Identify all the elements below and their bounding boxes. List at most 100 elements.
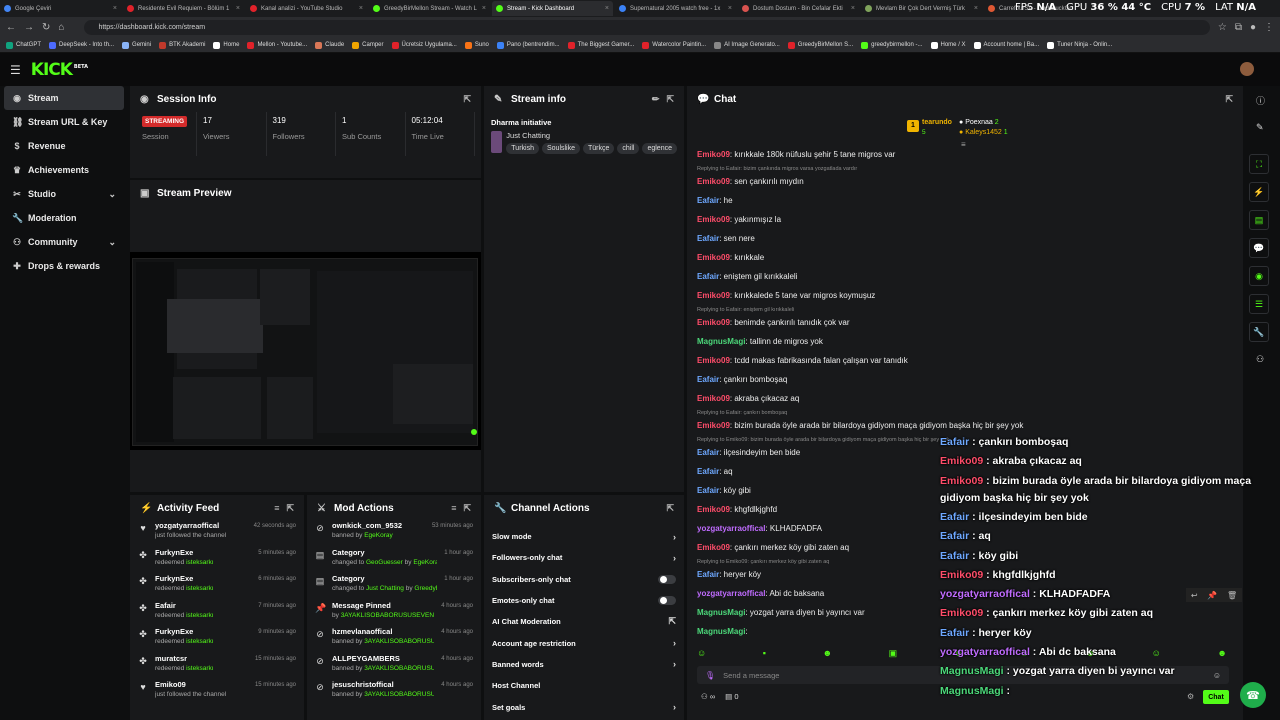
bookmark[interactable]: Claude (315, 41, 344, 49)
channel-action-emotes-only-chat[interactable]: Emotes-only chat (484, 590, 684, 611)
stream-video[interactable] (130, 252, 481, 450)
browser-tab[interactable]: Dostum Dostum - Bin Cefalar Ekti × (738, 1, 859, 16)
mod-action-item[interactable]: ⊘ ownkick_com_9532 banned by EgeKoray 53 mi… (307, 521, 481, 548)
close-icon[interactable]: × (974, 5, 978, 12)
popout-icon[interactable]: ⇱ (463, 503, 471, 514)
close-icon[interactable]: × (728, 5, 732, 12)
username[interactable]: FurkynExe (155, 548, 251, 557)
browser-tab[interactable]: Google Çeviri × (0, 1, 121, 16)
activity-item[interactable]: ♥ yozgatyarraoffical just followed the cha… (130, 521, 304, 548)
chat-message[interactable]: yozgatyarraoffical: KLHADFADFA (697, 524, 822, 533)
popout-icon[interactable]: ⇱ (666, 94, 674, 105)
activity-item[interactable]: ✤ Eafair redeemed isteksarkı 7 minutes ago (130, 601, 304, 628)
leaderboard-name[interactable]: ● Kaleys1452 1 (959, 129, 1008, 136)
sidebar-item-achievements[interactable]: ♛ Achievements (4, 158, 124, 182)
chat-message[interactable]: Emiko09: khgfdlkjghfd (697, 505, 777, 514)
chat-message[interactable]: MagnusMagi: (697, 627, 748, 636)
points-icon[interactable]: ⚇ ∞ (701, 692, 715, 701)
activity-item[interactable]: ♥ Emiko09 just followed the channel 15 minu… (130, 680, 304, 707)
chat-message[interactable]: Eafair: köy gibi (697, 486, 751, 495)
browser-tab[interactable]: Stream - Kick Dashboard × (492, 1, 613, 16)
chevron-right-icon[interactable]: › (673, 553, 676, 563)
username[interactable]: yozgatyarraoffical (155, 521, 247, 530)
chat-message[interactable]: Eafair: eniştem gil kırıkkaleli (697, 272, 797, 281)
chat-username[interactable]: Eafair (697, 234, 719, 243)
reload-icon[interactable]: ↻ (42, 22, 50, 33)
users-icon[interactable]: ⚇ (1256, 354, 1264, 365)
mod-action-item[interactable]: ▤ Category changed to Just Chatting by Gre… (307, 574, 481, 601)
edit-icon[interactable]: ✏ (652, 94, 660, 105)
chat-message[interactable]: Emiko09: sen çankırılı mıydın (697, 177, 804, 186)
emote-icon[interactable]: ☻ (1217, 648, 1226, 662)
popout-icon[interactable]: ⇱ (463, 94, 471, 105)
activity-item[interactable]: ✤ muratcsr redeemed isteksarkı 15 minutes a… (130, 654, 304, 681)
bookmark[interactable]: Home / X (930, 41, 966, 49)
forward-icon[interactable]: → (24, 22, 34, 33)
close-icon[interactable]: × (113, 5, 117, 12)
chat-message[interactable]: Eafair: çankırı bomboşaq (697, 375, 787, 384)
chat-username[interactable]: Emiko09 (697, 177, 730, 186)
leaderboard-name[interactable]: tearundo (922, 119, 952, 126)
tag[interactable]: Turkish (506, 143, 539, 154)
sidebar-item-studio[interactable]: ✂ Studio ⌄ (4, 182, 124, 206)
profile-icon[interactable]: ● (1250, 22, 1256, 33)
pin-icon[interactable]: 📌 (1207, 591, 1217, 600)
chevron-right-icon[interactable]: › (673, 532, 676, 542)
emote-icon[interactable]: ☺ (697, 648, 706, 662)
chevron-right-icon[interactable]: › (673, 659, 676, 669)
chat-username[interactable]: Emiko09 (697, 356, 730, 365)
chat-bubble-icon[interactable]: 💬 (1249, 238, 1269, 258)
emoji-icon[interactable]: ☺ (1213, 671, 1221, 680)
chat-username[interactable]: Emiko09 (697, 318, 730, 327)
chat-message[interactable]: Eafair: he (697, 196, 733, 205)
channel-action-host-channel[interactable]: Host Channel (484, 675, 684, 696)
chat-username[interactable]: Eafair (697, 375, 719, 384)
username[interactable]: FurkynExe (155, 574, 251, 583)
bookmark[interactable]: Suno (464, 41, 489, 49)
chat-username[interactable]: Emiko09 (697, 394, 730, 403)
bookmark[interactable]: Pano (bentrendim... (496, 41, 560, 49)
sidebar-item-stream-url-key[interactable]: ⛓ Stream URL & Key (4, 110, 124, 134)
filter-icon[interactable]: ≡ (274, 503, 279, 513)
chat-message[interactable]: Emiko09: çankırı merkez köy gibi zaten a… (697, 543, 849, 552)
bookmark[interactable]: ChatGPT (6, 41, 41, 49)
tag[interactable]: Türkçe (583, 143, 615, 154)
username[interactable]: Eafair (155, 601, 251, 610)
chat-message[interactable]: Eafair: ilçesindeyim ben bide (697, 448, 800, 457)
chevron-down-icon[interactable]: ⌄ (108, 237, 116, 248)
chat-message[interactable]: Eafair: aq (697, 467, 733, 476)
mod-action-item[interactable]: ⊘ ALLPEYGAMBERS banned by 3AYAKLISOBABORUS… (307, 654, 481, 681)
bookmark[interactable]: Ücretsiz Uygulama... (391, 41, 457, 49)
bookmark[interactable]: Account home | Ba... (973, 41, 1039, 49)
info-icon[interactable]: ⓘ (1256, 94, 1265, 107)
support-chat-button[interactable]: ☎ (1240, 682, 1266, 708)
chat-message[interactable]: Emiko09: yakınmışız la (697, 215, 781, 224)
edit-icon[interactable]: ✎ (1256, 122, 1264, 133)
mod-action-item[interactable]: 📌 Message Pinned by 3AYAKLISOBABORUSUSEVEN… (307, 601, 481, 628)
chevron-down-icon[interactable]: ≡ (961, 140, 966, 149)
browser-tab[interactable]: Mevlam Bir Çok Dert Vermiş Türk × (861, 1, 982, 16)
chat-username[interactable]: Eafair (697, 448, 719, 457)
sidebar-item-community[interactable]: ⚇ Community ⌄ (4, 230, 124, 254)
chat-username[interactable]: Eafair (697, 196, 719, 205)
sidebar-item-drops-rewards[interactable]: ✚ Drops & rewards (4, 254, 124, 278)
back-icon[interactable]: ← (6, 22, 16, 33)
popout-icon[interactable]: ⇱ (286, 503, 294, 514)
activity-item[interactable]: ✤ FurkynExe redeemed isteksarkı 5 minutes a… (130, 548, 304, 575)
emote-icon[interactable]: ▣ (889, 648, 898, 662)
bookmark[interactable]: Home (213, 41, 239, 49)
chat-username[interactable]: Emiko09 (697, 505, 730, 514)
menu-icon[interactable]: ⋮ (1264, 22, 1274, 33)
mod-action-item[interactable]: ⊘ hzmevlanaoffical banned by 3AYAKLISOBABO… (307, 627, 481, 654)
bookmark[interactable]: BTK Akademi (159, 41, 205, 49)
chat-message[interactable]: MagnusMagi: tallinn de migros yok (697, 337, 823, 346)
bookmark[interactable]: AI Image Generato... (714, 41, 780, 49)
bookmark[interactable]: Watercolor Paintin... (642, 41, 706, 49)
channel-action-ai-chat-moderation[interactable]: AI Chat Moderation ⇱ (484, 611, 684, 632)
browser-tab[interactable]: Residente Evil Requiem - Bölüm 1 × (123, 1, 244, 16)
broadcast-icon[interactable]: ◉ (1249, 266, 1269, 286)
chat-message[interactable]: Emiko09: benimde çankırılı tanıdık çok v… (697, 318, 850, 327)
chat-message[interactable]: Emiko09: tcdd makas fabrikasında falan ç… (697, 356, 908, 365)
moderator-name[interactable]: GreedyBirMellon (414, 585, 437, 592)
username[interactable]: FurkynExe (155, 627, 251, 636)
